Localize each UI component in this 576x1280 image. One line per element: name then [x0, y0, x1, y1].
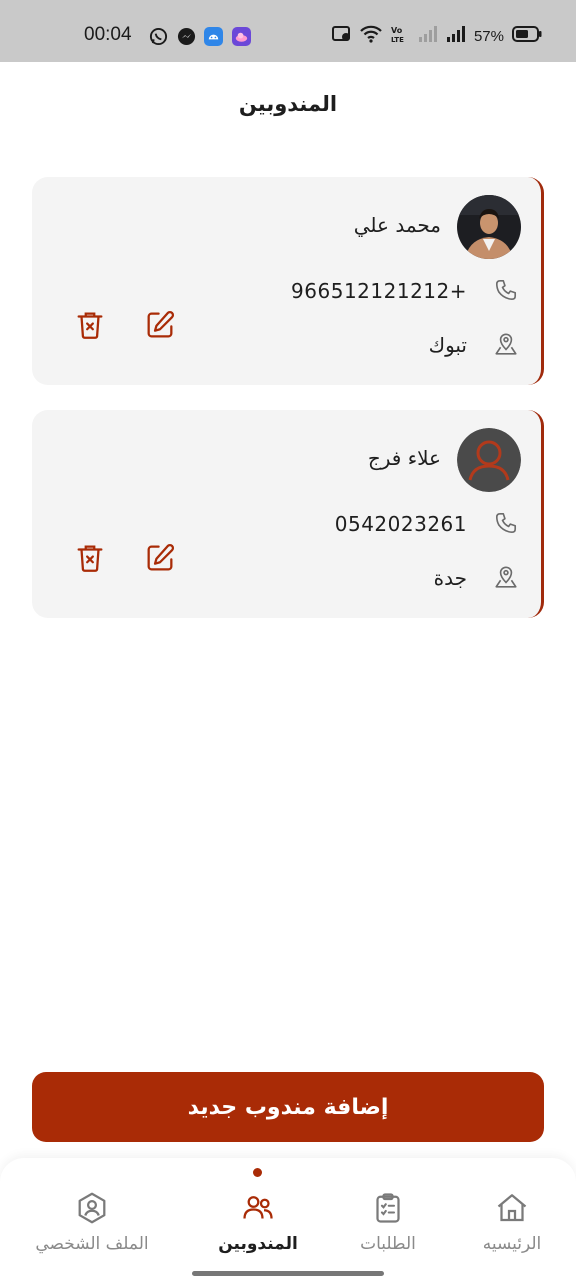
active-indicator — [253, 1168, 262, 1177]
nav-label-home: الرئيسيه — [482, 1234, 542, 1254]
trash-icon — [73, 541, 107, 579]
users-icon — [240, 1190, 276, 1226]
signal-icon — [446, 25, 466, 47]
nav-item-orders[interactable]: الطلبات — [318, 1182, 458, 1262]
edit-icon — [143, 308, 177, 346]
bottom-nav: الرئيسيه الطلبات المندوبين الملف الشخصي — [0, 1158, 576, 1280]
delete-button[interactable] — [72, 309, 108, 345]
weather-icon — [232, 27, 251, 46]
sim-icon — [331, 25, 352, 47]
status-time: 00:04 — [84, 24, 132, 45]
nav-item-home[interactable]: الرئيسيه — [442, 1182, 576, 1262]
signal-icon — [418, 25, 438, 47]
nav-item-delegates[interactable]: المندوبين — [188, 1182, 328, 1262]
status-bar: 00:04 Vo LTE 57% — [0, 0, 576, 62]
nav-label-profile: الملف الشخصي — [35, 1234, 149, 1254]
add-delegate-button[interactable]: إضافة مندوب جديد — [32, 1072, 544, 1142]
phone-icon — [493, 510, 519, 536]
edit-icon — [143, 541, 177, 579]
home-indicator[interactable] — [192, 1271, 384, 1276]
add-delegate-label: إضافة مندوب جديد — [187, 1094, 389, 1120]
wifi-icon — [360, 25, 382, 47]
delegate-city: جدة — [433, 566, 467, 590]
delegate-card[interactable]: محمد علي 966512121212+ تبوك — [32, 177, 544, 385]
nav-item-profile[interactable]: الملف الشخصي — [22, 1182, 162, 1262]
delegate-phone: 0542023261 — [334, 512, 467, 536]
home-icon — [494, 1190, 530, 1226]
battery-icon — [512, 26, 542, 46]
trash-icon — [73, 308, 107, 346]
page-title: المندوبين — [238, 92, 338, 116]
delegate-name: علاء فرج — [367, 446, 441, 470]
avatar — [457, 428, 521, 492]
svg-text:Vo: Vo — [391, 26, 403, 35]
volte-icon: Vo LTE — [390, 24, 410, 48]
messenger-icon — [177, 27, 196, 46]
delegate-phone: 966512121212+ — [291, 279, 467, 303]
svg-text:LTE: LTE — [391, 36, 404, 44]
android-icon — [204, 27, 223, 46]
delegates-screen: 00:04 Vo LTE 57% المندوبين محمد علي 9665… — [0, 0, 576, 1280]
nav-label-orders: الطلبات — [360, 1234, 416, 1254]
delegate-card[interactable]: علاء فرج 0542023261 جدة — [32, 410, 544, 618]
profile-icon — [74, 1190, 110, 1226]
delegate-name: محمد علي — [353, 213, 441, 237]
edit-button[interactable] — [142, 309, 178, 345]
avatar — [457, 195, 521, 259]
system-icons: Vo LTE 57% — [331, 22, 542, 50]
edit-button[interactable] — [142, 542, 178, 578]
location-icon — [493, 564, 519, 590]
whatsapp-icon — [149, 27, 168, 46]
delete-button[interactable] — [72, 542, 108, 578]
delegate-city: تبوك — [428, 333, 467, 357]
nav-label-delegates: المندوبين — [218, 1234, 298, 1254]
clipboard-icon — [370, 1190, 406, 1226]
battery-percent: 57% — [473, 27, 504, 45]
location-icon — [493, 331, 519, 357]
phone-icon — [493, 277, 519, 303]
